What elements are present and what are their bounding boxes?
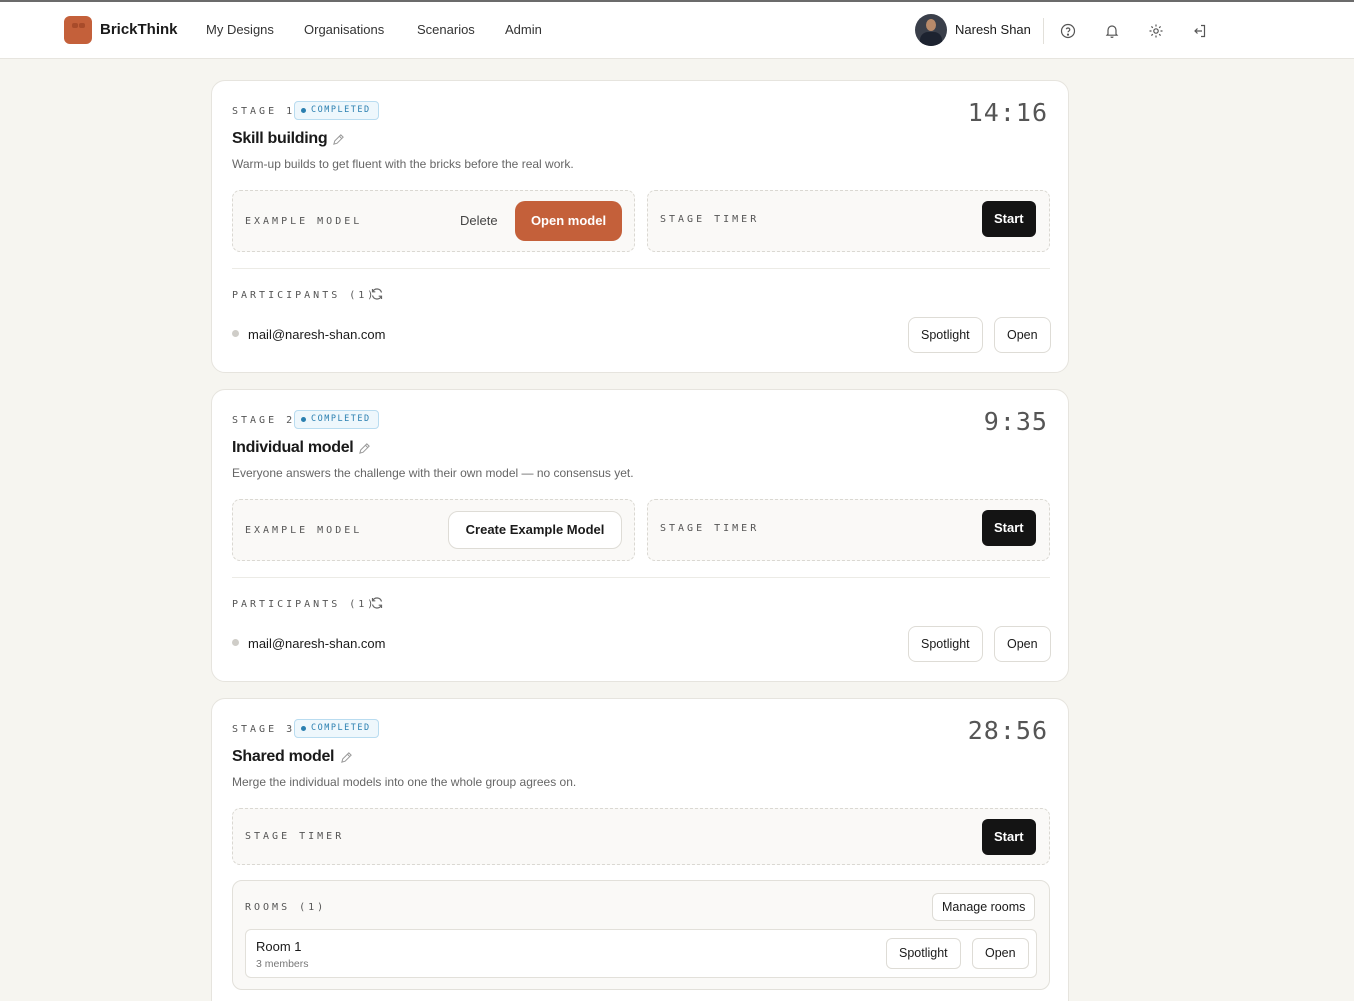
stage-timer-label: STAGE TIMER — [660, 214, 760, 225]
open-participant-button[interactable]: Open — [994, 317, 1051, 353]
room-open-button[interactable]: Open — [972, 938, 1029, 969]
avatar[interactable] — [915, 14, 947, 46]
gear-icon[interactable] — [1147, 22, 1165, 40]
stage-title: Shared model — [232, 748, 335, 765]
manage-rooms-button[interactable]: Manage rooms — [932, 893, 1036, 921]
stage-timer-panel: STAGE TIMER Start — [647, 190, 1050, 252]
spotlight-button[interactable]: Spotlight — [908, 317, 983, 353]
refresh-icon[interactable] — [370, 596, 384, 610]
open-model-button[interactable]: Open model — [515, 201, 622, 241]
example-model-label: EXAMPLE MODEL — [245, 216, 363, 227]
stage-title: Individual model — [232, 439, 354, 456]
stage-timer-panel: STAGE TIMER Start — [647, 499, 1050, 561]
stage-description: Everyone answers the challenge with thei… — [232, 466, 634, 480]
stage-description: Merge the individual models into one the… — [232, 775, 577, 789]
brand-name[interactable]: BrickThink — [100, 21, 178, 38]
delete-model-button[interactable]: Delete — [460, 213, 498, 228]
room-row: Room 1 3 members Spotlight Open — [245, 929, 1037, 978]
divider — [232, 577, 1050, 578]
room-name: Room 1 — [256, 939, 302, 954]
brickthink-logo-icon[interactable] — [64, 16, 92, 44]
status-badge: COMPLETED — [294, 410, 379, 429]
example-model-panel: EXAMPLE MODEL Delete Open model — [232, 190, 635, 252]
header-divider — [1043, 18, 1044, 44]
start-timer-button[interactable]: Start — [982, 819, 1036, 855]
participant-email: mail@naresh-shan.com — [248, 327, 386, 342]
participant-email: mail@naresh-shan.com — [248, 636, 386, 651]
stage-number: STAGE 3 — [232, 724, 296, 735]
nav-organisations[interactable]: Organisations — [304, 22, 384, 37]
edit-pencil-icon[interactable] — [340, 751, 353, 764]
stage-timer-label: STAGE TIMER — [660, 523, 760, 534]
room-member-count: 3 members — [256, 958, 309, 970]
example-model-panel: EXAMPLE MODEL Create Example Model — [232, 499, 635, 561]
stage-card-3: STAGE 3 COMPLETED 28:56 Shared model Mer… — [211, 698, 1069, 1001]
nav-admin[interactable]: Admin — [505, 22, 542, 37]
top-navbar: BrickThink My Designs Organisations Scen… — [0, 2, 1354, 59]
bell-icon[interactable] — [1103, 22, 1121, 40]
stage-card-1: STAGE 1 COMPLETED 14:16 Skill building W… — [211, 80, 1069, 373]
participant-status-dot — [232, 330, 239, 337]
rooms-panel: ROOMS (1) Manage rooms Room 1 3 members … — [232, 880, 1050, 990]
open-participant-button[interactable]: Open — [994, 626, 1051, 662]
room-spotlight-button[interactable]: Spotlight — [886, 938, 961, 969]
stage-title: Skill building — [232, 130, 328, 147]
nav-scenarios[interactable]: Scenarios — [417, 22, 475, 37]
participants-label: PARTICIPANTS (1) — [232, 599, 377, 610]
stage-timer-panel: STAGE TIMER Start — [232, 808, 1050, 865]
stage-elapsed-time: 9:35 — [983, 407, 1048, 436]
edit-pencil-icon[interactable] — [332, 133, 345, 146]
example-model-label: EXAMPLE MODEL — [245, 525, 363, 536]
participant-status-dot — [232, 639, 239, 646]
edit-pencil-icon[interactable] — [358, 442, 371, 455]
status-badge: COMPLETED — [294, 101, 379, 120]
help-circle-icon[interactable] — [1059, 22, 1077, 40]
divider — [232, 268, 1050, 269]
status-badge: COMPLETED — [294, 719, 379, 738]
spotlight-button[interactable]: Spotlight — [908, 626, 983, 662]
refresh-icon[interactable] — [370, 287, 384, 301]
nav-my-designs[interactable]: My Designs — [206, 22, 274, 37]
rooms-label: ROOMS (1) — [245, 902, 327, 913]
stage-elapsed-time: 28:56 — [967, 716, 1048, 745]
stage-elapsed-time: 14:16 — [967, 98, 1048, 127]
stage-number: STAGE 2 — [232, 415, 296, 426]
create-example-model-button[interactable]: Create Example Model — [448, 511, 622, 549]
logout-icon[interactable] — [1191, 22, 1209, 40]
start-timer-button[interactable]: Start — [982, 510, 1036, 546]
start-timer-button[interactable]: Start — [982, 201, 1036, 237]
stage-number: STAGE 1 — [232, 106, 296, 117]
stage-description: Warm-up builds to get fluent with the br… — [232, 157, 574, 171]
stage-card-2: STAGE 2 COMPLETED 9:35 Individual model … — [211, 389, 1069, 682]
stage-timer-label: STAGE TIMER — [245, 831, 345, 842]
participants-label: PARTICIPANTS (1) — [232, 290, 377, 301]
user-name[interactable]: Naresh Shan — [955, 22, 1031, 37]
